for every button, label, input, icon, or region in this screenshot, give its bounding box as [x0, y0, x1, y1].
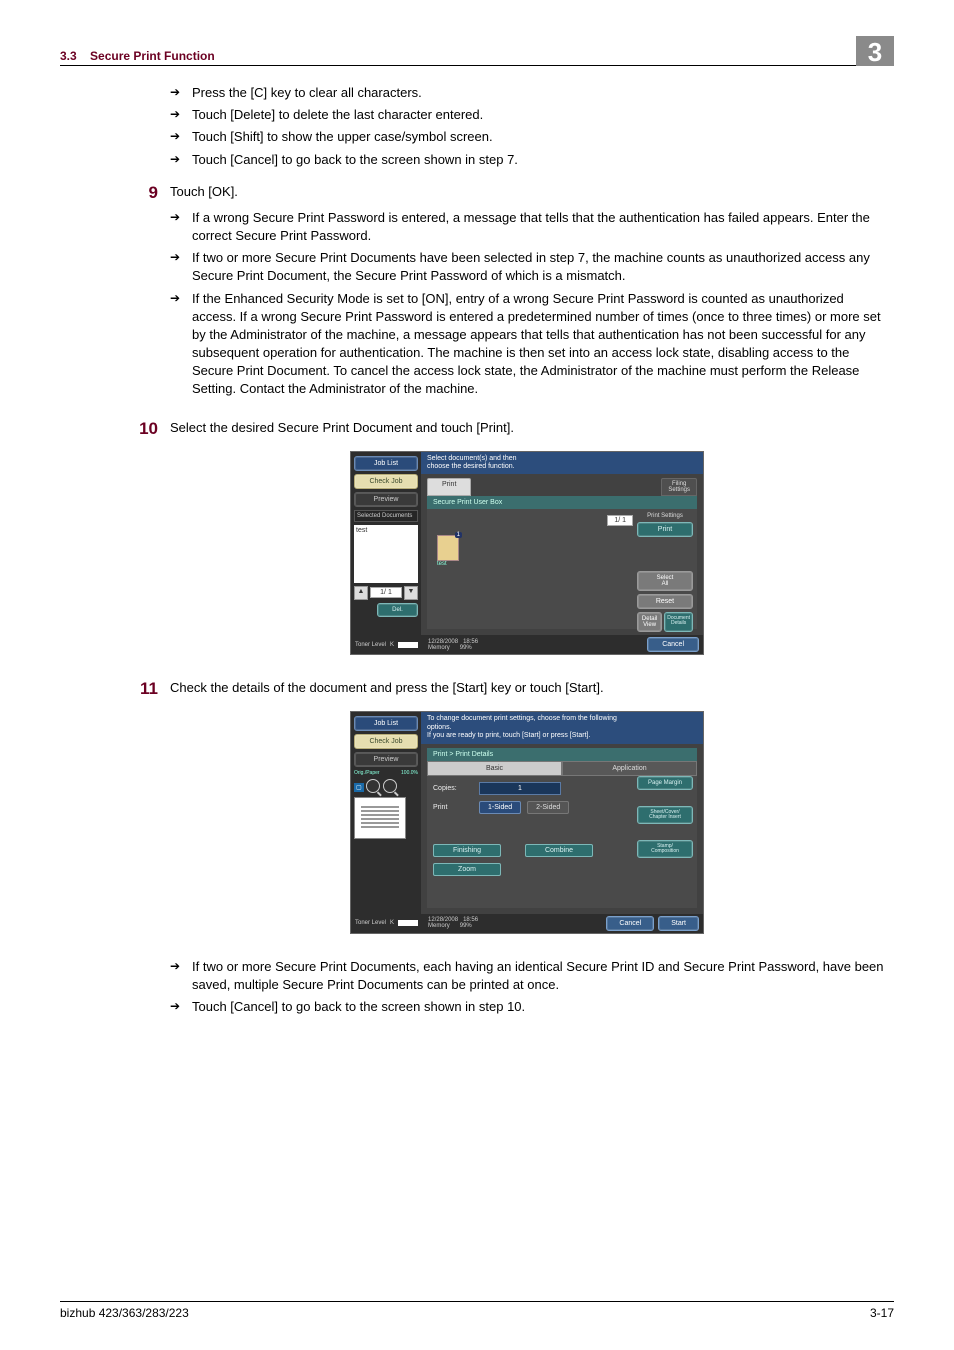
list-item: Touch [Cancel] to go back to the screen …: [170, 151, 884, 169]
list-item: Touch [Delete] to delete the last charac…: [170, 106, 884, 124]
inner-page-indicator: 1/ 1: [607, 515, 633, 526]
zoom-out-icon[interactable]: [366, 779, 380, 793]
screenshot-step10: Job List Check Job Preview Selected Docu…: [350, 451, 704, 656]
section-title: Secure Print Function: [90, 49, 215, 63]
preview-button[interactable]: Preview: [354, 752, 418, 767]
two-sided-button[interactable]: 2-Sided: [527, 801, 569, 814]
print-button[interactable]: Print: [637, 522, 693, 537]
copies-value[interactable]: 1: [479, 782, 561, 795]
sheet-cover-button[interactable]: Sheet/Cover/ Chapter Insert: [637, 806, 693, 824]
magnifier-reset-icon[interactable]: ▢: [354, 783, 364, 792]
toner-gauge-icon: [398, 642, 418, 648]
instruction-text: To change document print settings, choos…: [421, 712, 703, 743]
breadcrumb: Print > Print Details: [427, 748, 697, 761]
preview-button[interactable]: Preview: [354, 492, 418, 507]
step-text-10: Select the desired Secure Print Document…: [170, 419, 884, 439]
list-item: If the Enhanced Security Mode is set to …: [170, 290, 884, 399]
toner-label: Toner Level: [355, 642, 386, 648]
list-item: Touch [Shift] to show the upper case/sym…: [170, 128, 884, 146]
step-number-10: 10: [118, 419, 170, 439]
footer-model: bizhub 423/363/283/223: [60, 1306, 189, 1320]
zoom-button[interactable]: Zoom: [433, 863, 501, 876]
copies-label: Copies:: [433, 785, 473, 792]
preview-thumbnail: [354, 797, 406, 839]
page-indicator: 1/ 1: [370, 587, 402, 598]
check-job-button[interactable]: Check Job: [354, 474, 418, 489]
toner-gauge-icon: [398, 920, 418, 926]
print-side-label: Print: [433, 804, 473, 811]
print-tab[interactable]: Print: [427, 478, 471, 496]
document-details-button[interactable]: Document Details: [664, 612, 693, 632]
one-sided-button[interactable]: 1-Sided: [479, 801, 521, 814]
stamp-button[interactable]: Stamp/ Composition: [637, 840, 693, 858]
select-all-button[interactable]: Select All: [637, 571, 693, 591]
instruction-text: Select document(s) and then choose the d…: [421, 452, 703, 475]
selected-docs-list: test: [354, 525, 418, 583]
selected-docs-label: Selected Documents: [354, 510, 418, 522]
combine-button[interactable]: Combine: [525, 844, 593, 857]
zoom-in-icon[interactable]: [383, 779, 397, 793]
document-label: test: [437, 561, 459, 567]
start-button[interactable]: Start: [658, 916, 699, 931]
list-item: If two or more Secure Print Documents, e…: [170, 958, 884, 994]
step-text-11: Check the details of the document and pr…: [170, 679, 884, 699]
orig-paper-label: Orig./Paper100.0%: [354, 770, 418, 776]
list-item: If two or more Secure Print Documents ha…: [170, 249, 884, 285]
delete-button[interactable]: Del.: [377, 603, 418, 617]
application-tab[interactable]: Application: [562, 761, 697, 776]
basic-tab[interactable]: Basic: [427, 761, 562, 776]
check-job-button[interactable]: Check Job: [354, 734, 418, 749]
footer-page: 3-17: [870, 1306, 894, 1320]
screenshot-step11: Job List Check Job Preview Orig./Paper10…: [350, 711, 704, 933]
print-settings-label: Print Settings: [637, 513, 693, 519]
memory-label: Memory: [428, 645, 450, 651]
section-number: 3.3: [60, 49, 77, 63]
list-item: Press the [C] key to clear all character…: [170, 84, 884, 102]
section-header: 3.3 Secure Print Function: [60, 49, 215, 63]
breadcrumb: Secure Print User Box: [427, 496, 697, 509]
reset-button[interactable]: Reset: [637, 594, 693, 609]
step-number-9: 9: [118, 183, 170, 203]
memory-value: 99%: [460, 645, 472, 651]
detail-view-button[interactable]: Detail View: [637, 612, 662, 632]
list-item: Touch [Cancel] to go back to the screen …: [170, 998, 884, 1016]
page-margin-button[interactable]: Page Margin: [637, 776, 693, 790]
job-list-button[interactable]: Job List: [354, 716, 418, 731]
document-thumbnail[interactable]: 1 test: [437, 535, 459, 567]
toner-label: Toner Level: [355, 920, 386, 926]
cancel-button[interactable]: Cancel: [647, 637, 699, 652]
toner-k-label: K: [390, 920, 394, 926]
memory-label: Memory: [428, 923, 450, 929]
intro-bullets: Press the [C] key to clear all character…: [170, 84, 884, 169]
step-text-9: Touch [OK].: [170, 183, 884, 203]
cancel-button[interactable]: Cancel: [606, 916, 654, 931]
page-down-button[interactable]: ▼: [404, 586, 418, 600]
toner-k-label: K: [390, 642, 394, 648]
memory-value: 99%: [460, 923, 472, 929]
chapter-number: 3: [856, 36, 894, 66]
step11-bullets: If two or more Secure Print Documents, e…: [170, 958, 884, 1017]
filing-settings-tab[interactable]: Filing Settings: [661, 478, 697, 496]
list-item: If a wrong Secure Print Password is ente…: [170, 209, 884, 245]
page-up-button[interactable]: ▲: [354, 586, 368, 600]
finishing-button[interactable]: Finishing: [433, 844, 501, 857]
step-number-11: 11: [118, 679, 170, 699]
job-list-button[interactable]: Job List: [354, 456, 418, 471]
step9-bullets: If a wrong Secure Print Password is ente…: [170, 209, 884, 399]
